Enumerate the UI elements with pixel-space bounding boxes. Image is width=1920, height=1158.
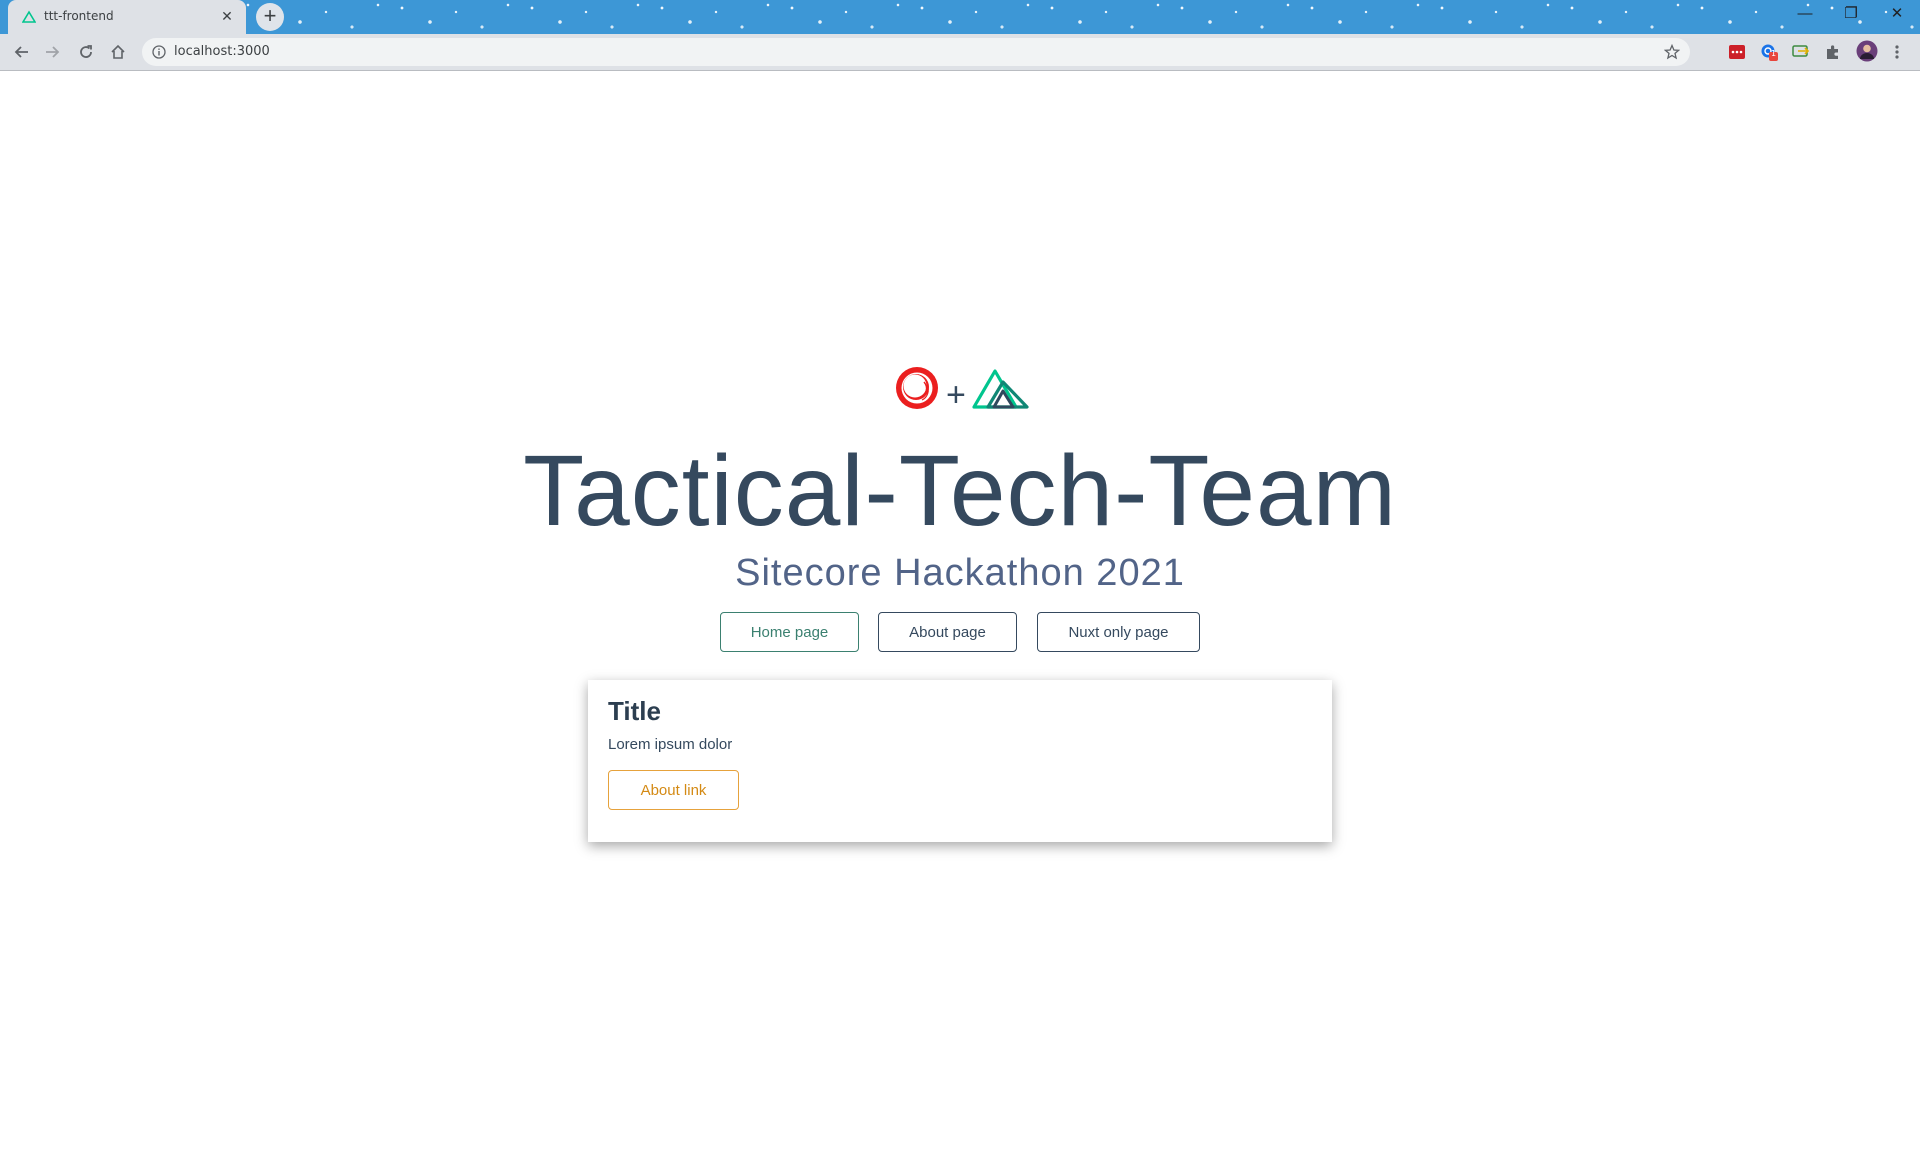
kebab-menu-icon — [1895, 45, 1899, 59]
window-close-button[interactable]: ✕ — [1874, 0, 1920, 30]
url-text[interactable]: localhost:3000 — [174, 44, 270, 59]
content-card: Title Lorem ipsum dolor About link — [588, 680, 1332, 842]
forward-arrow-icon — [46, 46, 60, 58]
screen-arrow-icon — [1792, 45, 1810, 57]
cast-extension-icon[interactable] — [1792, 44, 1810, 60]
logo-plus-sign: + — [946, 376, 966, 414]
extensions-puzzle-button[interactable] — [1824, 44, 1842, 60]
lastpass-extension-icon[interactable] — [1728, 44, 1746, 60]
page-title: Tactical-Tech-Team — [523, 435, 1397, 547]
extension-badge: 1 — [1771, 49, 1777, 58]
nuxt-only-page-button[interactable]: Nuxt only page — [1037, 612, 1200, 652]
about-page-button[interactable]: About page — [878, 612, 1017, 652]
lastpass-icon — [1729, 45, 1745, 59]
browser-menu-button[interactable] — [1888, 44, 1906, 60]
bookmark-star-icon[interactable] — [1664, 44, 1680, 60]
home-button[interactable] — [104, 38, 132, 66]
browser-toolbar: localhost:3000 1 — [0, 34, 1920, 71]
logo: + — [890, 362, 1030, 414]
browser-tab[interactable]: ttt-frontend ✕ — [8, 0, 246, 34]
browser-titlebar: ttt-frontend ✕ + — ❐ ✕ — [0, 0, 1920, 34]
about-link-button[interactable]: About link — [608, 770, 739, 810]
maximize-button[interactable]: ❐ — [1828, 0, 1874, 30]
back-arrow-icon — [14, 46, 28, 58]
extension-with-badge-icon[interactable]: 1 — [1760, 44, 1778, 61]
nuxt-icon — [972, 369, 1029, 409]
forward-button[interactable] — [38, 38, 66, 66]
profile-avatar[interactable] — [1856, 40, 1878, 62]
home-icon — [111, 44, 125, 59]
card-title: Title — [608, 696, 661, 726]
sitecore-icon — [896, 367, 938, 409]
avatar-icon — [1856, 40, 1878, 62]
page-subtitle: Sitecore Hackathon 2021 — [735, 552, 1185, 594]
back-button[interactable] — [8, 38, 36, 66]
minimize-button[interactable]: — — [1782, 0, 1828, 30]
nuxt-favicon-icon — [22, 10, 36, 23]
puzzle-icon — [1827, 45, 1838, 59]
reload-icon — [80, 45, 92, 58]
tab-title: ttt-frontend — [44, 9, 114, 23]
info-icon[interactable] — [152, 45, 166, 59]
address-bar[interactable]: localhost:3000 — [142, 38, 1690, 66]
new-tab-button[interactable]: + — [256, 3, 284, 31]
card-text: Lorem ipsum dolor — [608, 736, 733, 753]
tab-close-icon[interactable]: ✕ — [218, 7, 236, 25]
home-page-button[interactable]: Home page — [720, 612, 859, 652]
reload-button[interactable] — [72, 38, 100, 66]
